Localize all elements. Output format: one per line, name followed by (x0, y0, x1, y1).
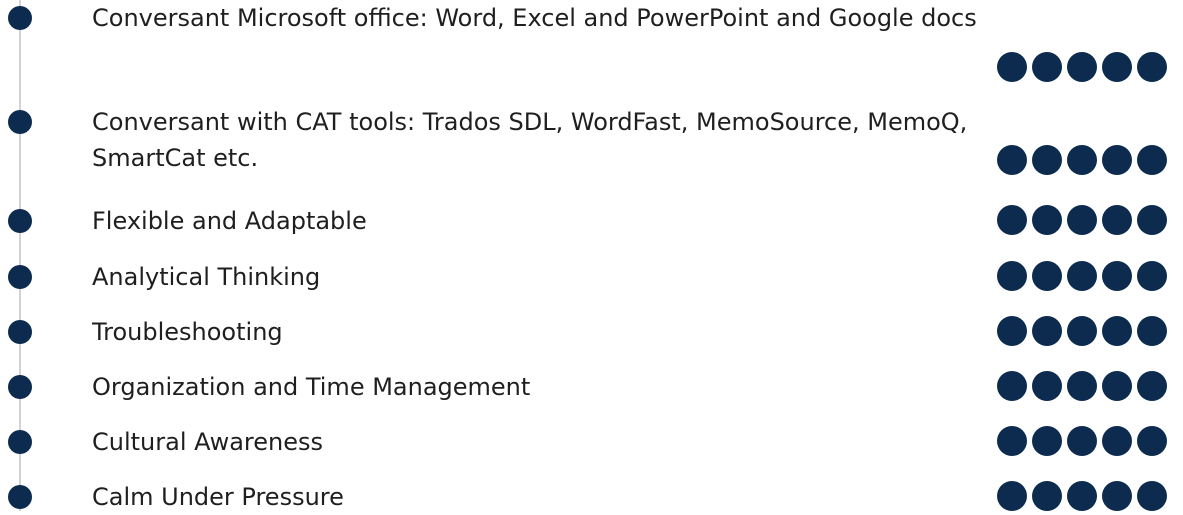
bullet-icon (8, 110, 32, 134)
rating-dot-icon (1067, 205, 1097, 235)
rating-dots (997, 205, 1167, 235)
skill-label-line: SmartCat etc. (92, 144, 259, 172)
rating-dot-icon (1137, 145, 1167, 175)
rating-dot-icon (1102, 205, 1132, 235)
rating-dot-icon (1067, 481, 1097, 511)
rating-dot-icon (1137, 481, 1167, 511)
rating-dot-icon (1137, 205, 1167, 235)
rating-dots (997, 52, 1167, 82)
rating-dot-icon (1102, 261, 1132, 291)
rating-dot-icon (997, 426, 1027, 456)
skill-label-line: Analytical Thinking (92, 263, 321, 291)
rating-dot-icon (997, 52, 1027, 82)
rating-dot-icon (997, 205, 1027, 235)
rating-dot-icon (1102, 371, 1132, 401)
rating-dot-icon (1137, 426, 1167, 456)
rating-dots (997, 481, 1167, 511)
skill-label-line: Organization and Time Management (92, 373, 531, 401)
rating-dots (997, 426, 1167, 456)
rating-dot-icon (1137, 316, 1167, 346)
rating-dot-icon (1067, 316, 1097, 346)
rating-dot-icon (997, 261, 1027, 291)
rating-dot-icon (1137, 52, 1167, 82)
rating-dot-icon (1032, 205, 1062, 235)
rating-dot-icon (997, 481, 1027, 511)
rating-dot-icon (1137, 261, 1167, 291)
rating-dot-icon (1067, 52, 1097, 82)
rating-dots (997, 371, 1167, 401)
rating-dot-icon (997, 316, 1027, 346)
skill-label: Analytical Thinking (92, 259, 320, 295)
rating-dot-icon (1032, 481, 1062, 511)
rating-dot-icon (1102, 481, 1132, 511)
bullet-icon (8, 265, 32, 289)
skill-label-line: Conversant Microsoft office: Word, Excel… (92, 4, 977, 32)
rating-dots (997, 316, 1167, 346)
rating-dot-icon (997, 371, 1027, 401)
rating-dot-icon (1032, 145, 1062, 175)
rating-dot-icon (1137, 371, 1167, 401)
skill-label-line: Troubleshooting (92, 318, 283, 346)
rating-dot-icon (1032, 261, 1062, 291)
rating-dot-icon (1067, 145, 1097, 175)
skill-label-line: Cultural Awareness (92, 428, 323, 456)
rating-dot-icon (1102, 52, 1132, 82)
rating-dot-icon (1102, 145, 1132, 175)
bullet-icon (8, 6, 32, 30)
rating-dot-icon (1102, 316, 1132, 346)
skill-label: Organization and Time Management (92, 369, 530, 405)
rating-dot-icon (997, 145, 1027, 175)
rating-dot-icon (1032, 52, 1062, 82)
skill-label: Flexible and Adaptable (92, 203, 367, 239)
skill-label: Conversant Microsoft office: Word, Excel… (92, 0, 977, 36)
skill-label-line: Calm Under Pressure (92, 483, 344, 511)
bullet-icon (8, 430, 32, 454)
bullet-icon (8, 320, 32, 344)
rating-dot-icon (1067, 261, 1097, 291)
skill-label-line: Flexible and Adaptable (92, 207, 367, 235)
skill-label: Calm Under Pressure (92, 479, 344, 515)
bullet-icon (8, 209, 32, 233)
rating-dot-icon (1067, 426, 1097, 456)
bullet-icon (8, 375, 32, 399)
bullet-icon (8, 485, 32, 509)
rating-dots (997, 261, 1167, 291)
skill-label: Conversant with CAT tools: Trados SDL, W… (92, 104, 967, 176)
rating-dot-icon (1067, 371, 1097, 401)
rating-dot-icon (1032, 426, 1062, 456)
skill-label: Cultural Awareness (92, 424, 323, 460)
skill-label: Troubleshooting (92, 314, 283, 350)
rating-dots (997, 145, 1167, 175)
skill-label-line: Conversant with CAT tools: Trados SDL, W… (92, 108, 968, 136)
rating-dot-icon (1032, 371, 1062, 401)
rating-dot-icon (1032, 316, 1062, 346)
rating-dot-icon (1102, 426, 1132, 456)
